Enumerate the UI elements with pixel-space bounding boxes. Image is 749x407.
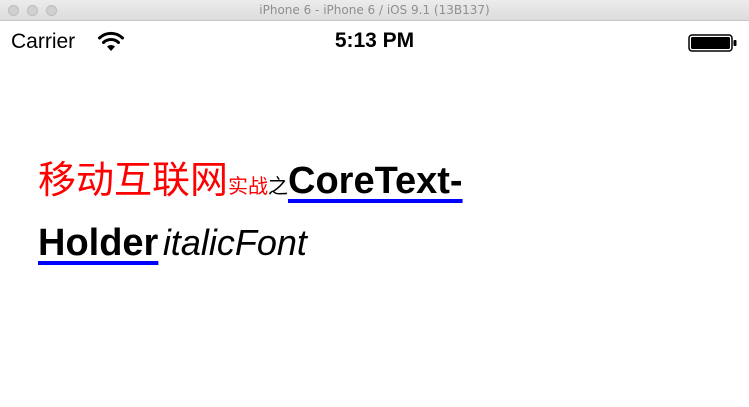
- text-segment-black-small: 之: [268, 174, 289, 198]
- window-title: iPhone 6 - iPhone 6 / iOS 9.1 (13B137): [259, 3, 490, 17]
- attributed-text-view: 移动互联网实战之CoreText-Holder italicFont: [38, 153, 538, 278]
- simulator-titlebar: iPhone 6 - iPhone 6 / iOS 9.1 (13B137): [0, 0, 749, 21]
- battery-icon: [688, 34, 737, 52]
- text-segment-red-small: 实战: [228, 174, 269, 198]
- text-segment-red-large: 移动互联网: [38, 158, 229, 202]
- text-segment-italic: italicFont: [162, 222, 307, 263]
- status-time: 5:13 PM: [334, 29, 415, 52]
- ios-status-bar: Carrier 5:13 PM: [0, 21, 749, 61]
